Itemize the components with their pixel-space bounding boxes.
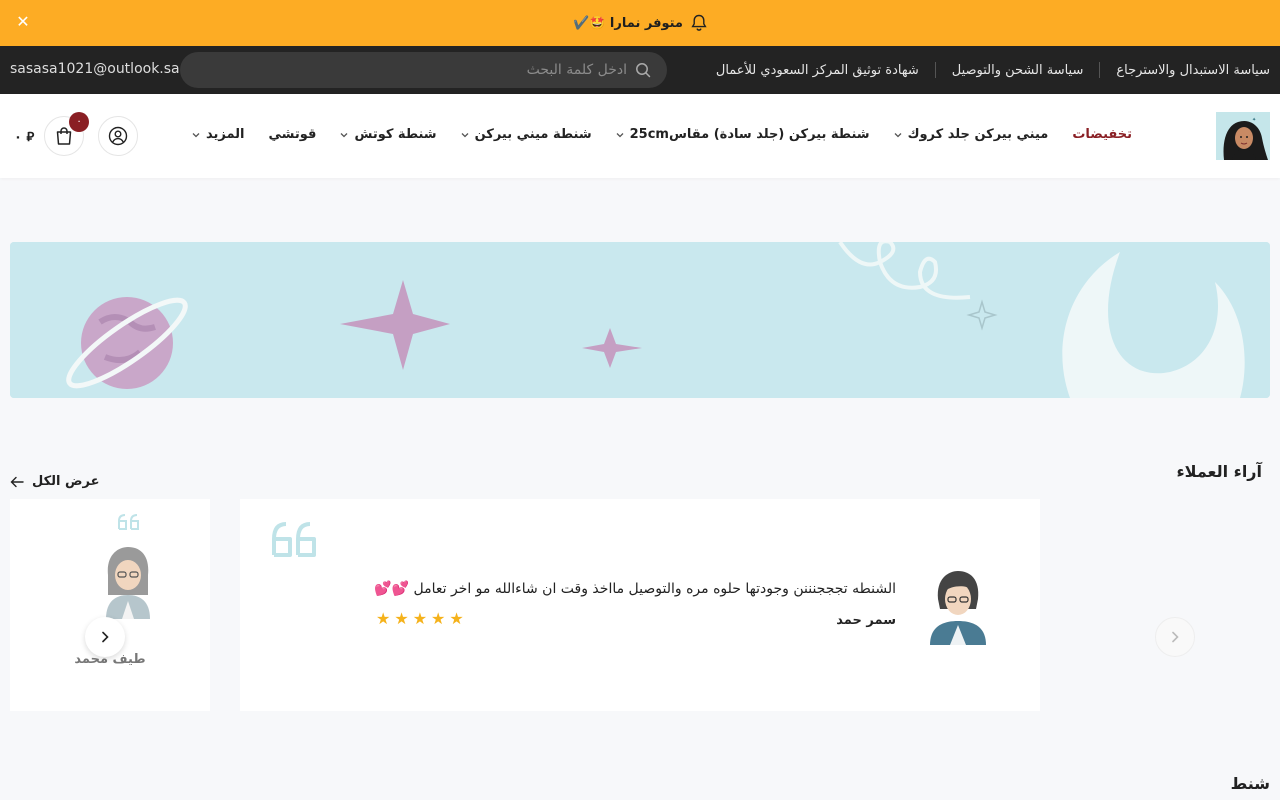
nav-item-label: شنطة ميني بيركن: [474, 127, 592, 142]
arrow-left-icon: [10, 476, 24, 487]
star-icon: ★: [394, 609, 409, 628]
search-box[interactable]: [180, 52, 667, 88]
link-shipping-policy[interactable]: سياسة الشحن والتوصيل: [952, 63, 1084, 78]
view-all-link[interactable]: عرض الكل: [10, 474, 99, 489]
nav-item-coach[interactable]: شنطة كوتش: [340, 127, 437, 142]
nav-item-gucci[interactable]: قوتشي: [269, 127, 317, 142]
announcement-text: متوفر نمارا 🤩✔️: [573, 15, 683, 31]
reviewer-avatar: [930, 571, 986, 645]
quote-icon: [272, 522, 316, 557]
rating-stars: ★ ★ ★ ★ ★: [376, 609, 464, 628]
chevron-down-icon: [340, 132, 348, 137]
nav-item-label: شنطة بيركن (جلد سادة) مقاس25cm: [629, 127, 870, 142]
review-text: الشنطه تجججنننن وجودتها حلوه مره والتوصي…: [374, 581, 896, 597]
contact-email[interactable]: sasasa1021@outlook.sa: [10, 61, 180, 77]
announcement-message: متوفر نمارا 🤩✔️: [573, 14, 707, 32]
store-logo[interactable]: ✦: [1216, 112, 1270, 160]
section-title-bags: شنط: [1230, 774, 1270, 793]
star-icon: ★: [412, 609, 428, 628]
search-icon[interactable]: [635, 62, 651, 78]
nav-item-birkin-25cm[interactable]: شنطة بيركن (جلد سادة) مقاس25cm: [616, 127, 870, 142]
cart-total: ٠ ⃁: [14, 129, 35, 145]
cart-count-badge: ٠: [69, 112, 89, 132]
search-input[interactable]: [227, 62, 627, 78]
main-header: ✦ تخفيضات ميني بيركن جلد كروك شنطة بيركن…: [0, 94, 1280, 178]
banner-illustration: [10, 242, 1270, 398]
divider: [934, 62, 936, 78]
reviewer-avatar: [106, 547, 150, 619]
nav-item-mini-birkin[interactable]: شنطة ميني بيركن: [461, 127, 592, 142]
chevron-down-icon: [192, 132, 200, 137]
top-bar: sasasa1021@outlook.sa سياسة الاستبدال وا…: [0, 46, 1280, 94]
star-icon: ★: [449, 609, 464, 628]
chevron-down-icon: [461, 132, 469, 137]
shopping-bag-icon: [56, 127, 72, 145]
bell-icon: [691, 14, 707, 31]
announcement-bar: متوفر نمارا 🤩✔️ ✕: [0, 0, 1280, 46]
main-nav: تخفيضات ميني بيركن جلد كروك شنطة بيركن (…: [168, 127, 1132, 142]
carousel-prev-button[interactable]: [1155, 617, 1195, 657]
reviews-title: آراء العملاء: [1176, 462, 1262, 481]
policy-links: سياسة الاستبدال والاسترجاع سياسة الشحن و…: [716, 62, 1270, 78]
hero-banner[interactable]: [10, 242, 1270, 398]
chevron-right-icon: [102, 631, 109, 643]
star-icon: ★: [431, 609, 446, 628]
nav-item-more[interactable]: المزيد: [192, 127, 245, 142]
reviewer-name: سمر حمد: [836, 613, 896, 628]
chevron-down-icon: [894, 132, 902, 137]
review-card-active: الشنطه تجججنننن وجودتها حلوه مره والتوصي…: [240, 499, 1040, 711]
user-icon: [108, 126, 128, 146]
review-card: طيف محمد: [10, 499, 210, 711]
account-button[interactable]: [98, 116, 138, 156]
view-all-label: عرض الكل: [32, 474, 100, 489]
close-icon[interactable]: ✕: [14, 13, 32, 31]
header-actions: ٠ ⃁ ٠: [14, 112, 138, 156]
chevron-right-icon: [1172, 631, 1179, 643]
link-return-policy[interactable]: سياسة الاستبدال والاسترجاع: [1116, 63, 1270, 78]
nav-item-label: المزيد: [205, 127, 245, 142]
nav-item-sale[interactable]: تخفيضات: [1072, 127, 1132, 142]
nav-item-label: قوتشي: [268, 127, 317, 142]
nav-item-label: شنطة كوتش: [354, 127, 437, 142]
star-icon: ★: [376, 609, 391, 628]
cart-button[interactable]: ٠: [44, 112, 89, 156]
quote-icon: [118, 514, 139, 530]
chevron-down-icon: [616, 132, 624, 137]
svg-text:✦: ✦: [1252, 117, 1256, 123]
divider: [1099, 62, 1101, 78]
nav-item-label: ميني بيركن جلد كروك: [907, 127, 1049, 142]
link-business-certificate[interactable]: شهادة توثيق المركز السعودي للأعمال: [716, 63, 919, 78]
nav-item-mini-birkin-croc[interactable]: ميني بيركن جلد كروك: [894, 127, 1049, 142]
nav-item-label: تخفيضات: [1072, 127, 1132, 142]
carousel-next-button[interactable]: [85, 617, 125, 657]
